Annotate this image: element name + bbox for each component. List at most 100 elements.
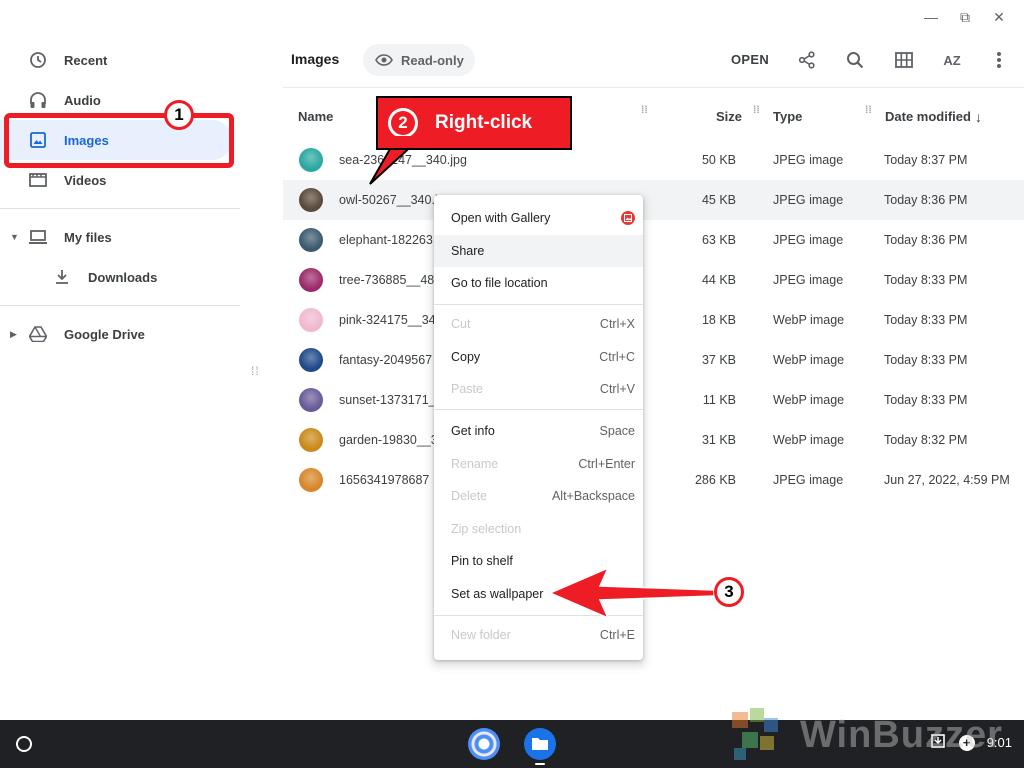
menu-item-label: Paste: [451, 382, 483, 396]
sidebar-item-my-files[interactable]: ▼ My files: [0, 217, 232, 257]
file-name: tree-736885__480: [339, 273, 442, 287]
sidebar-divider: [0, 305, 240, 306]
table-row[interactable]: sunset-1373171_ 11 KB WebP image Today 8:33…: [283, 380, 1024, 420]
table-row[interactable]: pink-324175__34 18 KB WebP image Today 8:33…: [283, 300, 1024, 340]
grid-view-icon[interactable]: [892, 48, 916, 72]
menu-item-share[interactable]: Share: [434, 235, 643, 267]
sidebar-item-label: Audio: [64, 92, 101, 108]
sidebar-item-label: Videos: [64, 172, 107, 188]
file-size: 63 KB: [701, 233, 736, 247]
file-date: Today 8:33 PM: [884, 273, 968, 287]
menu-item-delete: Delete Alt+Backspace: [434, 480, 643, 512]
file-name: 1656341978687: [339, 473, 430, 487]
breadcrumb[interactable]: Images: [291, 51, 339, 67]
file-name: pink-324175__34: [339, 313, 436, 327]
table-row[interactable]: elephant-182263 63 KB JPEG image Today 8:36…: [283, 220, 1024, 260]
image-thumbnail: [299, 228, 323, 252]
menu-item-label: Delete: [451, 489, 488, 503]
files-app-icon[interactable]: [524, 728, 556, 760]
menu-item-paste: Paste Ctrl+V: [434, 373, 643, 405]
file-type: WebP image: [773, 313, 845, 327]
image-thumbnail: [299, 468, 323, 492]
menu-item-label: Go to file location: [451, 276, 548, 290]
sidebar-item-google-drive[interactable]: ▶ Google Drive: [0, 314, 232, 354]
file-type: JPEG image: [773, 273, 844, 287]
more-options-icon[interactable]: [987, 48, 1011, 72]
search-icon[interactable]: [843, 48, 867, 72]
step-2-badge: 2: [388, 108, 418, 138]
headphones-icon: [28, 90, 48, 110]
sort-label: AZ: [943, 52, 961, 68]
close-button[interactable]: ✕: [982, 6, 1016, 28]
file-size: 45 KB: [701, 193, 736, 207]
callout-fill: [378, 136, 570, 148]
file-type: JPEG image: [773, 233, 844, 247]
file-size: 18 KB: [701, 313, 736, 327]
file-date: Today 8:37 PM: [884, 153, 968, 167]
callout-text: Right-click: [435, 112, 533, 133]
table-row[interactable]: 1656341978687 286 KB JPEG image Jun 27, 202…: [283, 460, 1024, 500]
file-type: WebP image: [773, 433, 845, 447]
minimize-button[interactable]: —: [914, 6, 948, 28]
file-date: Today 8:33 PM: [884, 353, 968, 367]
menu-item-get-info[interactable]: Get info Space: [434, 415, 643, 447]
read-only-label: Read-only: [401, 52, 464, 68]
column-resize-handle[interactable]: ⁞⁞: [865, 106, 872, 116]
google-drive-icon: [28, 324, 48, 344]
watermark: WinBuzzer: [724, 704, 1014, 764]
menu-item-zip-selection: Zip selection: [434, 513, 643, 545]
sidebar-item-label: Google Drive: [64, 326, 145, 342]
file-size: 286 KB: [694, 473, 736, 487]
menu-item-label: New folder: [451, 628, 511, 642]
file-size: 31 KB: [701, 433, 736, 447]
clock-icon: [28, 50, 48, 70]
share-icon[interactable]: [795, 48, 819, 72]
file-name: fantasy-2049567: [339, 353, 433, 367]
menu-separator: [434, 409, 643, 410]
restore-button[interactable]: ⧉: [948, 6, 982, 28]
image-thumbnail: [299, 388, 323, 412]
table-row[interactable]: tree-736885__480 44 KB JPEG image Today 8:3…: [283, 260, 1024, 300]
table-row[interactable]: fantasy-2049567 37 KB WebP image Today 8:33…: [283, 340, 1024, 380]
gallery-app-icon: [621, 211, 635, 225]
step-3-badge: 3: [714, 577, 744, 607]
file-type: WebP image: [773, 353, 845, 367]
file-size: 37 KB: [701, 353, 736, 367]
table-row[interactable]: garden-19830__3 31 KB WebP image Today 8:32…: [283, 420, 1024, 460]
sidebar-resize-handle[interactable]: ⁞⁞: [251, 365, 260, 377]
window-controls: — ⧉ ✕: [914, 6, 1016, 28]
red-arrow: [548, 566, 715, 620]
menu-item-copy[interactable]: Copy Ctrl+C: [434, 341, 643, 373]
toolbar: Images Read-only OPEN AZ: [283, 40, 1024, 80]
shortcut-label: Ctrl+C: [599, 350, 635, 364]
open-button[interactable]: OPEN: [731, 52, 769, 67]
menu-item-label: Open with Gallery: [451, 211, 551, 225]
sort-arrow-down-icon[interactable]: ↓: [975, 109, 982, 125]
file-type: JPEG image: [773, 473, 844, 487]
column-header-size[interactable]: Size: [716, 109, 742, 124]
file-name: garden-19830__3: [339, 433, 438, 447]
sort-icon[interactable]: AZ: [940, 48, 964, 72]
caret-down-icon[interactable]: ▼: [10, 232, 22, 242]
menu-item-rename: Rename Ctrl+Enter: [434, 448, 643, 480]
launcher-button[interactable]: [16, 736, 32, 752]
step-1-badge: 1: [164, 100, 194, 130]
menu-item-open-with-gallery[interactable]: Open with Gallery: [434, 202, 643, 234]
caret-right-icon[interactable]: ▶: [10, 329, 22, 340]
eye-icon: [375, 54, 393, 66]
image-thumbnail: [299, 268, 323, 292]
sidebar-item-downloads[interactable]: Downloads: [0, 257, 232, 297]
menu-item-go-to-file-location[interactable]: Go to file location: [434, 267, 643, 299]
column-resize-handle[interactable]: ⁞⁞: [753, 106, 760, 116]
column-header-name[interactable]: Name: [298, 109, 333, 124]
column-header-date[interactable]: Date modified: [885, 109, 971, 124]
column-header-type[interactable]: Type: [773, 109, 802, 124]
file-name: owl-50267__340.j: [339, 193, 438, 207]
sidebar-item-recent[interactable]: Recent: [0, 40, 232, 80]
file-type: JPEG image: [773, 153, 844, 167]
menu-separator: [434, 304, 643, 305]
chrome-icon[interactable]: [468, 728, 500, 760]
column-resize-handle[interactable]: ⁞⁞: [641, 106, 648, 116]
sidebar-item-label: My files: [64, 229, 112, 245]
menu-item-label: Zip selection: [451, 522, 522, 536]
